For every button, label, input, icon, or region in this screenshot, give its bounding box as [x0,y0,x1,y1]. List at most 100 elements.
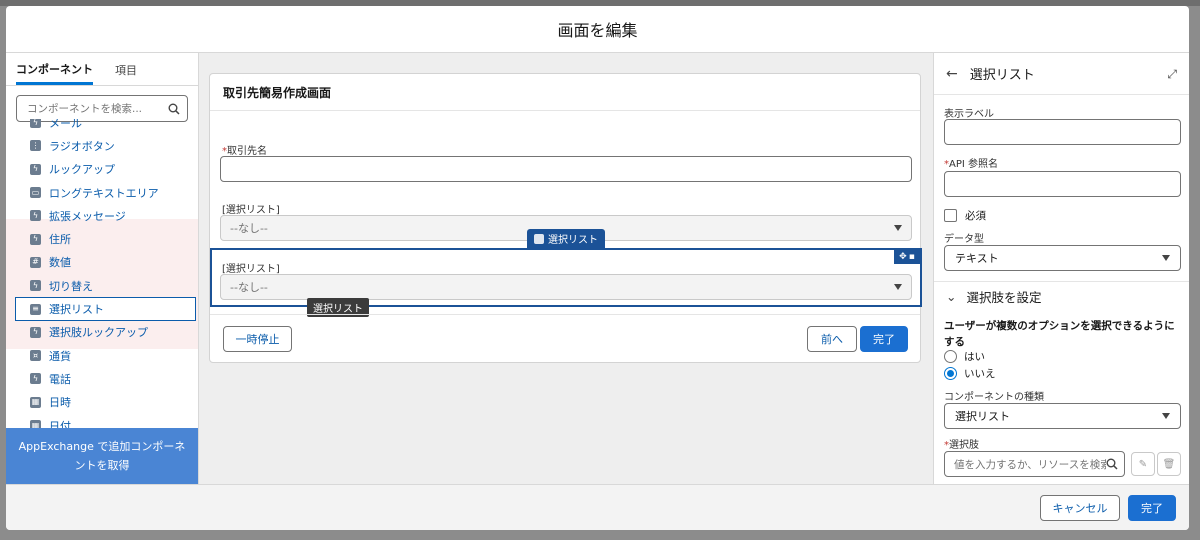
appexchange-button[interactable]: AppExchange で追加コンポーネントを取得 [6,428,198,484]
component-type-select[interactable]: 選択リスト [944,403,1181,429]
lightning-icon: ϟ [30,233,41,245]
picklist-2-value: --なし-- [230,281,268,294]
component-item-label: 日時 [49,396,71,410]
api-name-input[interactable] [944,171,1181,197]
radio-group-icon: ⋮ [30,140,41,152]
cancel-button[interactable]: キャンセル [1040,494,1120,521]
component-item-label: メール [49,119,82,130]
radio-no-label: いいえ [964,368,996,380]
move-icon[interactable]: ✥ [899,252,907,262]
choices-placeholder: 値を入力するか、リソースを検索... [954,458,1106,471]
trash-icon[interactable]: ▪ [909,252,915,262]
picklist-1-value: --なし-- [230,222,268,235]
delete-button[interactable]: 🗑 [1157,452,1181,476]
lightning-icon: ϟ [30,119,41,129]
picklist-2-label: [選択リスト] [222,264,280,275]
component-item-label: ロングテキストエリア [49,186,159,200]
chevron-down-icon: ⌄ [946,289,957,304]
component-item[interactable]: ▦ 日時 [6,391,198,414]
expand-icon[interactable]: ⤢ [1167,67,1177,82]
component-item-label: 切り替え [49,279,93,293]
lightning-icon: ϟ [30,326,41,338]
calendar-icon: ▦ [30,420,41,428]
search-icon [1106,458,1118,470]
selected-component-badge: 選択リスト [527,229,605,248]
data-type-value: テキスト [955,252,999,265]
lightning-icon: ϟ [30,210,41,222]
component-item[interactable]: ≡ 選択リスト [15,297,196,321]
component-item-label: 選択リスト [49,303,104,317]
component-item[interactable]: ϟ 拡張メッセージ [6,204,198,227]
component-item-label: 電話 [49,372,71,386]
radio-yes[interactable]: はい [944,349,985,364]
choices-section-header[interactable]: ⌄ 選択肢を設定 [934,281,1189,311]
panel-tabs: コンポーネント 項目 [6,53,198,86]
checkbox-box[interactable] [944,209,957,222]
required-checkbox[interactable]: 必須 [944,208,986,223]
chevron-down-icon [894,225,902,231]
picklist-1-label: [選択リスト] [222,205,280,216]
picklist-2-select[interactable]: --なし-- [220,274,912,300]
data-type-select[interactable]: テキスト [944,245,1181,271]
tab-components[interactable]: コンポーネント [16,61,93,85]
edit-pencil-button[interactable]: ✎ [1131,452,1155,476]
move-delete-tools[interactable]: ✥ ▪ [894,250,920,264]
modal-title: 画面を編集 [6,6,1189,53]
data-type-label: データ型 [944,234,984,245]
lightning-icon: ϟ [30,373,41,385]
display-label-input[interactable] [944,119,1181,145]
screen-canvas: 取引先簡易作成画面 *取引先名 [選択リスト] --なし-- 選択リスト ✥ ▪ [199,53,933,484]
component-list: ϟ メール ⋮ ラジオボタン ϟ ルックアップ ▭ ロングテキストエリア ϟ 拡張メッセージ ϟ 住所… [6,119,198,428]
lightning-icon: ϟ [30,280,41,292]
chevron-down-icon [894,284,902,290]
component-type-value: 選択リスト [955,410,1010,423]
component-item[interactable]: ϟ ルックアップ [6,158,198,181]
component-item[interactable]: ϟ 切り替え [6,274,198,297]
screen-footer: 一時停止 前へ 完了 [210,314,920,362]
modal-body: コンポーネント 項目 コンポーネントを検索... ϟ メール ⋮ ラジオボタン ϟ ルック… [6,53,1189,484]
search-placeholder: コンポーネントを検索... [27,103,143,115]
component-item-label: ルックアップ [49,163,115,177]
component-item[interactable]: ϟ 選択肢ルックアップ [6,321,198,344]
currency-icon: ¤ [30,350,41,362]
account-name-input[interactable] [220,156,912,182]
component-item[interactable]: ⋮ ラジオボタン [6,134,198,157]
component-item[interactable]: ϟ 電話 [6,367,198,390]
screen-title: 取引先簡易作成画面 [210,74,920,111]
component-item[interactable]: ▦ 日付 [6,414,198,428]
radio-no[interactable]: いいえ [944,366,996,381]
back-arrow-icon[interactable]: ← [946,66,958,82]
component-item[interactable]: ϟ メール [6,119,198,134]
search-icon [168,103,180,115]
components-panel: コンポーネント 項目 コンポーネントを検索... ϟ メール ⋮ ラジオボタン ϟ ルック… [6,53,199,484]
component-item-label: 数値 [49,256,71,270]
edit-screen-modal: 画面を編集 コンポーネント 項目 コンポーネントを検索... ϟ メール ⋮ ラジオボ… [6,6,1189,530]
component-search-input[interactable]: コンポーネントを検索... [16,95,188,122]
component-item-label: 住所 [49,233,71,247]
component-item[interactable]: ▭ ロングテキストエリア [6,181,198,204]
tab-fields[interactable]: 項目 [115,62,137,85]
modal-footer: キャンセル 完了 [6,484,1189,530]
section-title: 選択肢を設定 [966,290,1042,305]
properties-header: ← 選択リスト ⤢ [934,53,1189,95]
component-item[interactable]: ϟ 住所 [6,227,198,250]
display-label-label: 表示ラベル [944,109,994,120]
chevron-down-icon [1162,255,1170,261]
radio-circle-selected[interactable] [944,367,957,380]
chevron-down-icon [1162,413,1170,419]
field-account-name-label: *取引先名 [222,146,267,157]
component-item-label: 通貨 [49,349,71,363]
radio-circle[interactable] [944,350,957,363]
component-item[interactable]: ¤ 通貨 [6,344,198,367]
properties-panel: ← 選択リスト ⤢ 表示ラベル *API 参照名 必須 データ型 テキスト ⌄ … [933,53,1189,484]
component-item-label: ラジオボタン [49,139,115,153]
picklist-icon [534,233,544,244]
previous-button[interactable]: 前へ [807,326,857,352]
pause-button[interactable]: 一時停止 [223,326,292,352]
choices-input[interactable]: 値を入力するか、リソースを検索... [944,451,1125,477]
finish-button[interactable]: 完了 [860,326,908,352]
done-button[interactable]: 完了 [1128,494,1176,521]
trash-icon: 🗑 [1162,458,1176,470]
component-item[interactable]: # 数値 [6,251,198,274]
component-item-label: 拡張メッセージ [49,209,126,223]
